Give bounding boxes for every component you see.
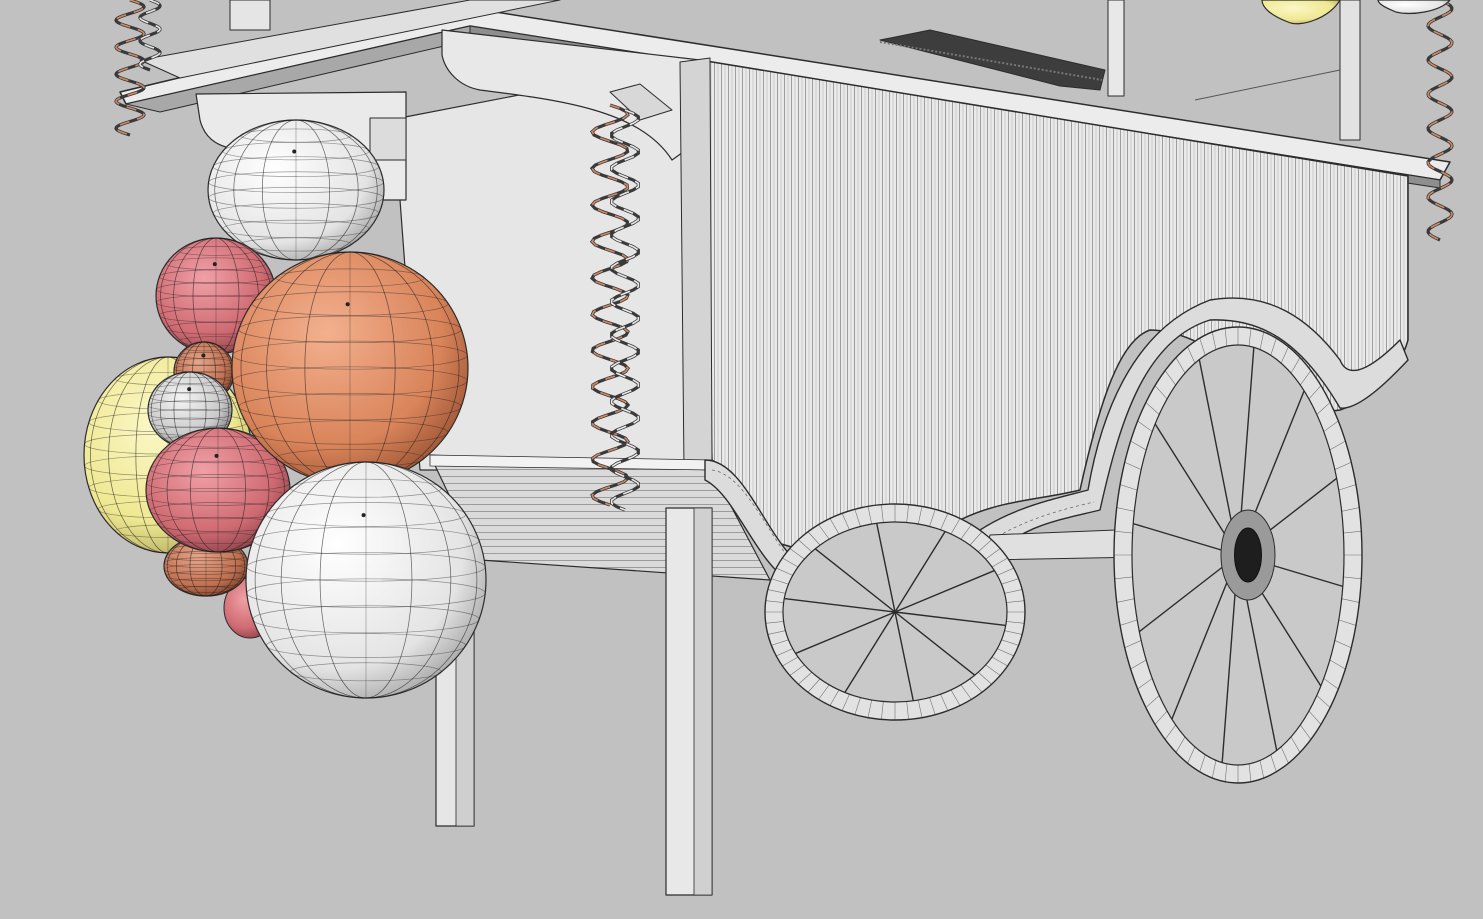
balloon-white-top	[207, 119, 385, 261]
rear-wheel	[764, 503, 1026, 721]
ribbon-right	[1426, 0, 1454, 242]
wireframe-scene	[83, 0, 1454, 896]
render-viewport	[0, 0, 1483, 919]
front-wheel	[1113, 326, 1363, 784]
balloon-orange-large	[231, 251, 469, 485]
balloon-white-large	[245, 461, 487, 699]
